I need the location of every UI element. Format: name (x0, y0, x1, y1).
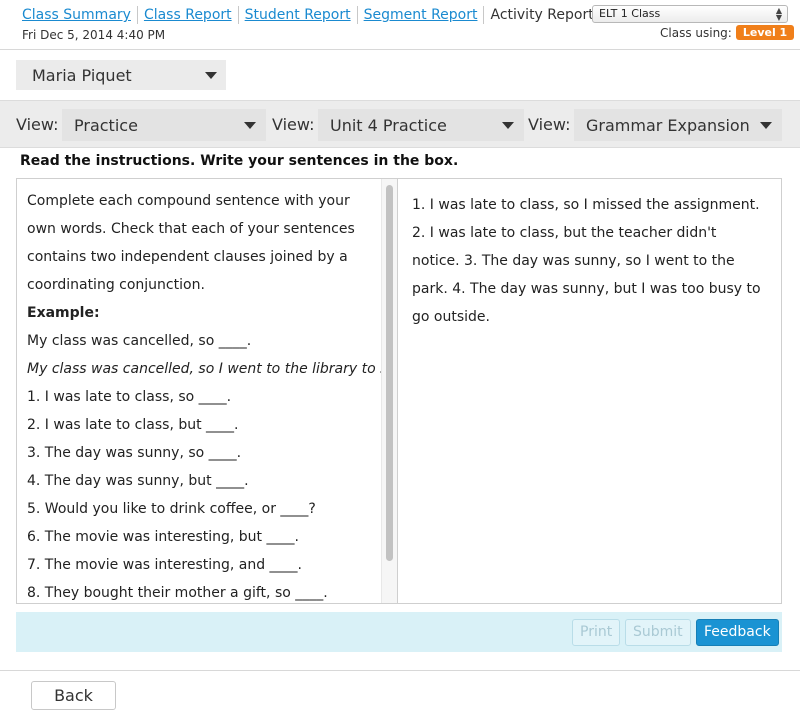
view-label: View: (16, 115, 59, 134)
prompt-item: 5. Would you like to drink coffee, or __… (27, 501, 316, 517)
updown-arrows-icon: ▲ ▼ (775, 6, 782, 22)
chevron-down-icon (244, 122, 256, 129)
answer-box[interactable]: 1. I was late to class, so I missed the … (398, 179, 782, 603)
prompt-item: 8. They bought their mother a gift, so _… (27, 585, 328, 601)
answer-text: 1. I was late to class, so I missed the … (412, 197, 761, 325)
view-label: View: (528, 115, 571, 134)
chevron-down-icon (760, 122, 772, 129)
student-name: Maria Piquet (32, 66, 132, 85)
prompt-item: 1. I was late to class, so ____. (27, 389, 232, 405)
prompt-item: 2. I was late to class, but ____. (27, 417, 239, 433)
class-select[interactable]: ELT 1 Class ▲ ▼ (592, 5, 788, 23)
student-select[interactable]: Maria Piquet (16, 60, 226, 90)
nav-segment-report[interactable]: Segment Report (358, 7, 484, 23)
class-using: Class using: Level 1 (660, 25, 795, 40)
chevron-down-icon (502, 122, 514, 129)
example-answer: My class was cancelled, so I went to the… (27, 361, 397, 377)
view-select-unit[interactable]: Unit 4 Practice (318, 109, 524, 141)
nav-class-summary[interactable]: Class Summary (16, 7, 137, 23)
view-label: View: (272, 115, 315, 134)
nav-class-report[interactable]: Class Report (138, 7, 238, 23)
view-select-activity[interactable]: Grammar Expansion (574, 109, 782, 141)
top-nav: Class Summary Class Report Student Repor… (0, 0, 800, 50)
activity-instructions: Read the instructions. Write your senten… (20, 153, 459, 169)
view-select-type-value: Practice (74, 116, 138, 135)
activity-panes: Complete each compound sentence with you… (16, 178, 782, 604)
prompt-item: 7. The movie was interesting, and ____. (27, 557, 303, 573)
class-using-label: Class using: (660, 25, 732, 40)
prompt-item: 4. The day was sunny, but ____. (27, 473, 249, 489)
prompt-scrollbar[interactable] (381, 179, 397, 603)
print-button[interactable]: Print (572, 619, 621, 646)
nav-student-report[interactable]: Student Report (239, 7, 357, 23)
view-select-unit-value: Unit 4 Practice (330, 116, 447, 135)
nav-activity-report-current: Activity Report (490, 7, 594, 23)
prompt-item: 3. The day was sunny, so ____. (27, 445, 242, 461)
example-label: Example: (27, 305, 100, 321)
view-bar: View: Practice View: Unit 4 Practice Vie… (0, 100, 800, 148)
example-prompt: My class was cancelled, so ____. (27, 333, 252, 349)
footer-divider (0, 670, 800, 671)
prompt-intro: Complete each compound sentence with you… (27, 193, 355, 293)
prompt-item: 6. The movie was interesting, but ____. (27, 529, 299, 545)
prompt-pane: Complete each compound sentence with you… (17, 179, 397, 603)
prompt-scrollbar-thumb[interactable] (386, 185, 393, 561)
feedback-button[interactable]: Feedback (696, 619, 779, 646)
view-select-activity-value: Grammar Expansion (586, 116, 750, 135)
back-button[interactable]: Back (31, 681, 116, 710)
submit-button[interactable]: Submit (625, 619, 691, 646)
chevron-down-icon (205, 72, 217, 79)
level-badge: Level 1 (735, 25, 795, 40)
class-select-value: ELT 1 Class (599, 7, 661, 20)
report-timestamp: Fri Dec 5, 2014 4:40 PM (22, 28, 166, 42)
action-bar: Print Submit Feedback (16, 612, 782, 652)
report-nav: Class Summary Class Report Student Repor… (16, 6, 600, 24)
view-select-type[interactable]: Practice (62, 109, 266, 141)
